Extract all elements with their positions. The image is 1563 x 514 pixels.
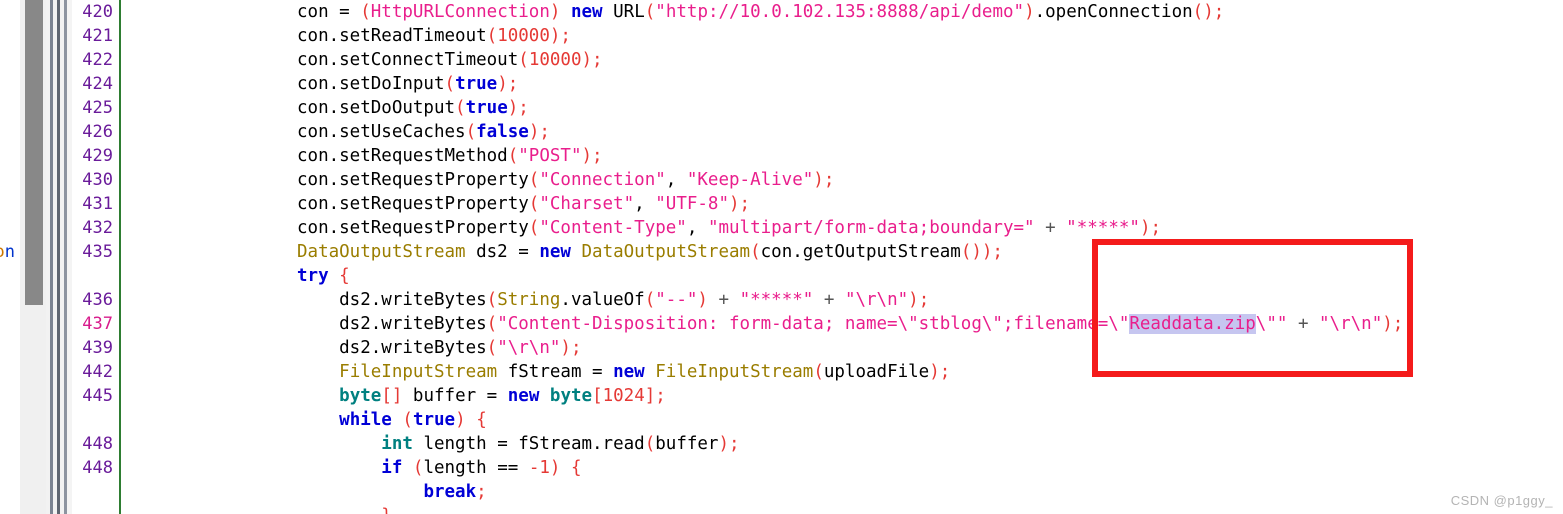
code-line-429[interactable]: con.setRequestMethod("POST"); <box>297 144 603 168</box>
line-number: 430 <box>82 170 113 190</box>
code-text-layer[interactable]: con = (HttpURLConnection) new URL("http:… <box>121 0 1563 514</box>
selected-text[interactable]: Readdata.zip <box>1129 314 1256 334</box>
code-line-431[interactable]: con.setRequestProperty("Charset", "UTF-8… <box>297 192 750 216</box>
line-number: 425 <box>82 98 113 118</box>
code-line-437[interactable]: ds2.writeBytes("Content-Disposition: for… <box>297 312 1403 336</box>
line-number: 442 <box>82 362 113 382</box>
line-number: 429 <box>82 146 113 166</box>
left-panel-fragment-1: tion <box>0 242 15 262</box>
code-line-442[interactable]: FileInputStream fStream = new FileInputS… <box>297 360 950 384</box>
line-number: 421 <box>82 26 113 46</box>
code-line-424[interactable]: con.setDoInput(true); <box>297 72 518 96</box>
code-line-430[interactable]: con.setRequestProperty("Connection", "Ke… <box>297 168 834 192</box>
line-number: 424 <box>82 74 113 94</box>
line-number: 420 <box>82 2 113 22</box>
code-line-try[interactable]: try { <box>297 264 350 288</box>
code-line-426[interactable]: con.setUseCaches(false); <box>297 120 550 144</box>
code-line-432[interactable]: con.setRequestProperty("Content-Type", "… <box>297 216 1161 240</box>
code-line-436[interactable]: ds2.writeBytes(String.valueOf("--") + "*… <box>297 288 929 312</box>
line-number: 431 <box>82 194 113 214</box>
line-number-current: 437 <box>82 314 113 334</box>
scrollbar-thumb[interactable] <box>25 0 43 305</box>
screenshot-root: tion d> .d 420 421 422 424 425 426 429 4… <box>0 0 1563 514</box>
line-number: 436 <box>82 290 113 310</box>
csdn-watermark: CSDN @p1ggy_ <box>1450 493 1553 508</box>
code-line-435[interactable]: DataOutputStream ds2 = new DataOutputStr… <box>297 240 1003 264</box>
line-number: 435 <box>82 242 113 262</box>
line-number: 432 <box>82 218 113 238</box>
left-adjacent-panel: tion d> .d <box>0 0 20 514</box>
line-number: 445 <box>82 386 113 406</box>
code-line-422[interactable]: con.setConnectTimeout(10000); <box>297 48 603 72</box>
code-line-while[interactable]: while (true) { <box>297 408 487 432</box>
line-number-gutter[interactable]: 420 421 422 424 425 426 429 430 431 432 … <box>72 0 119 514</box>
code-line-425[interactable]: con.setDoOutput(true); <box>297 96 529 120</box>
code-editor[interactable]: 420 421 422 424 425 426 429 430 431 432 … <box>72 0 1563 514</box>
code-line-439[interactable]: ds2.writeBytes("\r\n"); <box>297 336 581 360</box>
line-number: 448 <box>82 458 113 478</box>
code-line-448b[interactable]: if (length == -1) { <box>297 456 581 480</box>
code-line-420[interactable]: con = (HttpURLConnection) new URL("http:… <box>297 0 1224 24</box>
line-number: 448 <box>82 434 113 454</box>
line-number: 426 <box>82 122 113 142</box>
code-line-445[interactable]: byte[] buffer = new byte[1024]; <box>297 384 666 408</box>
vertical-scrollbar[interactable] <box>20 0 46 514</box>
line-number: 439 <box>82 338 113 358</box>
code-line-421[interactable]: con.setReadTimeout(10000); <box>297 24 571 48</box>
code-line-closebrace[interactable]: } <box>297 504 392 514</box>
line-number: 422 <box>82 50 113 70</box>
code-line-break[interactable]: break; <box>297 480 486 504</box>
code-line-448a[interactable]: int length = fStream.read(buffer); <box>297 432 739 456</box>
